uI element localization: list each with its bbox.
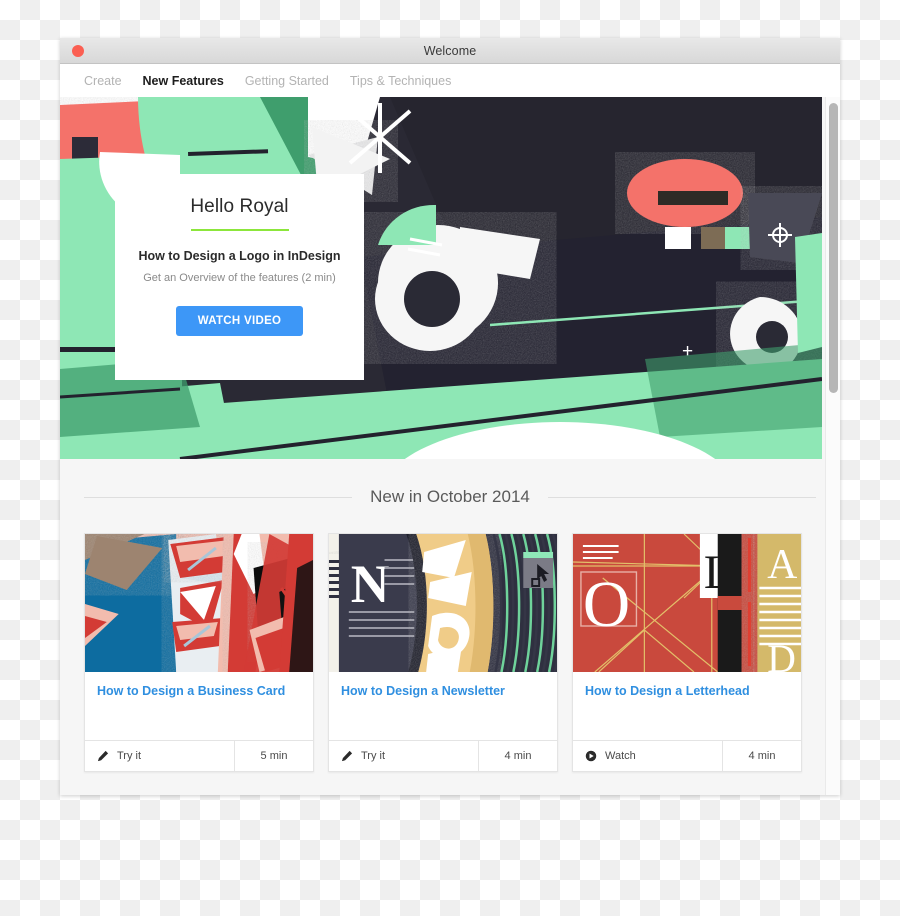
letterhead-artwork: O L A bbox=[573, 534, 801, 672]
welcome-window: Welcome Create New Features Getting Star… bbox=[60, 38, 840, 795]
tab-new-features[interactable]: New Features bbox=[143, 74, 224, 88]
card-duration: 4 min bbox=[748, 750, 776, 762]
card-action-label: Watch bbox=[605, 750, 636, 762]
tutorial-card-newsletter[interactable]: N How to Design a Newsletter Try it 4 mi… bbox=[328, 533, 558, 772]
tab-bar: Create New Features Getting Started Tips… bbox=[60, 64, 840, 97]
hero-greeting: Hello Royal bbox=[190, 196, 289, 217]
newsletter-artwork: N bbox=[329, 534, 557, 672]
vertical-scrollbar[interactable] bbox=[825, 97, 840, 795]
window-titlebar: Welcome bbox=[60, 38, 840, 64]
card-body: How to Design a Business Card bbox=[85, 672, 313, 740]
business-card-artwork bbox=[85, 534, 313, 672]
card-duration: 5 min bbox=[260, 750, 288, 762]
tutorial-card-letterhead[interactable]: O L A bbox=[572, 533, 802, 772]
card-action-label: Try it bbox=[117, 750, 142, 762]
tab-getting-started[interactable]: Getting Started bbox=[245, 74, 329, 88]
hero-divider bbox=[190, 229, 289, 231]
pencil-icon bbox=[98, 750, 109, 762]
card-thumbnail: N bbox=[329, 534, 557, 672]
svg-text:A: A bbox=[767, 542, 797, 588]
window-title: Welcome bbox=[423, 43, 477, 58]
new-features-section: New in October 2014 How to Design a Busi… bbox=[60, 487, 840, 772]
card-thumbnail: O L A bbox=[573, 534, 801, 672]
tutorial-card-business-card[interactable]: How to Design a Business Card Try it 5 m… bbox=[84, 533, 314, 772]
hero-description: Get an Overview of the features (2 min) bbox=[143, 272, 336, 284]
card-title-link[interactable]: How to Design a Newsletter bbox=[341, 684, 545, 700]
hero-headline: How to Design a Logo in InDesign bbox=[138, 249, 341, 263]
section-header: New in October 2014 bbox=[84, 487, 817, 507]
tutorial-card-list: How to Design a Business Card Try it 5 m… bbox=[84, 533, 816, 772]
hero-card: Hello Royal How to Design a Logo in InDe… bbox=[115, 174, 364, 380]
card-title-link[interactable]: How to Design a Letterhead bbox=[585, 684, 789, 700]
tab-tips-techniques[interactable]: Tips & Techniques bbox=[350, 74, 451, 88]
content-scroll-region: + Hello Royal How to Design a Logo in In… bbox=[60, 97, 840, 795]
card-duration: 4 min bbox=[504, 750, 532, 762]
card-body: How to Design a Letterhead bbox=[573, 672, 801, 740]
hero-banner[interactable]: + Hello Royal How to Design a Logo in In… bbox=[60, 97, 822, 459]
section-rule-left bbox=[84, 496, 353, 498]
section-title: New in October 2014 bbox=[370, 487, 530, 506]
card-title-link[interactable]: How to Design a Business Card bbox=[97, 684, 301, 700]
card-footer: Try it 5 min bbox=[85, 740, 313, 771]
card-action-label: Try it bbox=[361, 750, 386, 762]
card-footer: Watch 4 min bbox=[573, 740, 801, 771]
card-thumbnail bbox=[85, 534, 313, 672]
pencil-icon bbox=[342, 750, 353, 762]
card-action-try-it[interactable]: Try it bbox=[85, 741, 235, 771]
svg-text:N: N bbox=[351, 554, 390, 614]
tab-create[interactable]: Create bbox=[84, 74, 122, 88]
watch-video-button[interactable]: WATCH VIDEO bbox=[175, 306, 304, 336]
card-action-watch[interactable]: Watch bbox=[573, 741, 723, 771]
section-rule-right bbox=[547, 496, 817, 498]
card-action-try-it[interactable]: Try it bbox=[329, 741, 479, 771]
svg-text:D: D bbox=[767, 637, 796, 672]
play-circle-icon bbox=[585, 750, 597, 762]
scrollbar-thumb[interactable] bbox=[829, 103, 838, 393]
card-footer: Try it 4 min bbox=[329, 740, 557, 771]
svg-text:O: O bbox=[583, 568, 630, 641]
card-body: How to Design a Newsletter bbox=[329, 672, 557, 740]
